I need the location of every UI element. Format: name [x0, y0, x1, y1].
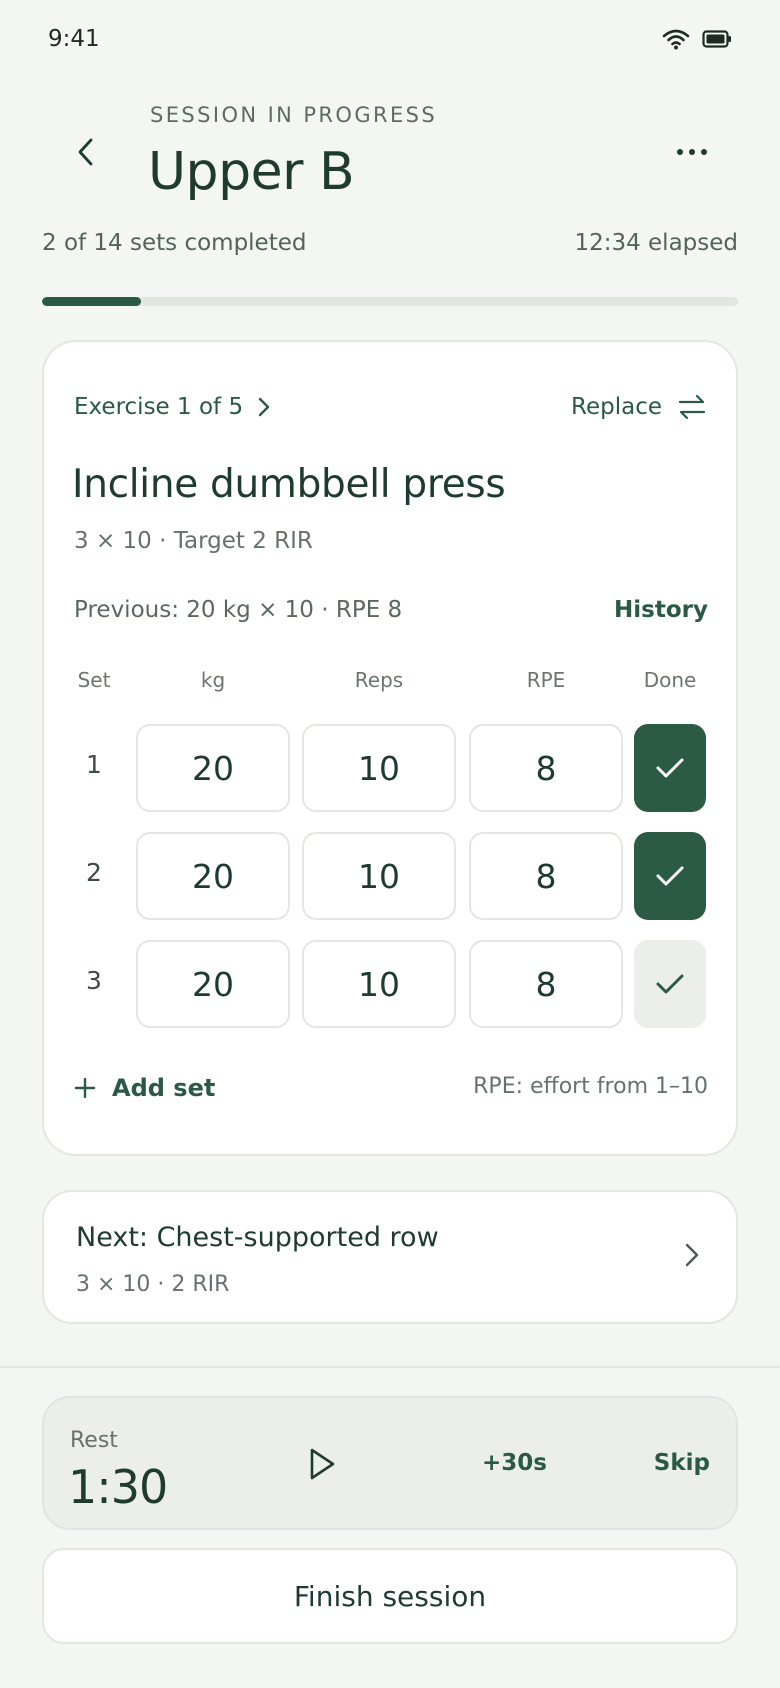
next-exercise-scheme: 3 × 10 · 2 RIR — [76, 1272, 230, 1297]
set-number: 3 — [86, 966, 102, 995]
column-header-reps: Reps — [354, 668, 404, 692]
rpe-input[interactable]: 8 — [469, 940, 623, 1028]
check-icon — [656, 974, 684, 994]
next-exercise-card[interactable]: Next: Chest-supported row 3 × 10 · 2 RIR — [42, 1190, 738, 1324]
set-row: 2 20 10 8 — [44, 832, 740, 920]
rest-time: 1:30 — [68, 1460, 168, 1514]
elapsed-time: 12:34 elapsed — [574, 230, 738, 256]
rest-label: Rest — [70, 1428, 118, 1453]
history-button[interactable]: History — [614, 597, 708, 623]
exercise-nav-label: Exercise 1 of 5 — [74, 394, 244, 420]
status-time: 9:41 — [48, 26, 100, 52]
replace-button[interactable]: Replace — [571, 394, 706, 420]
set-number: 2 — [86, 858, 102, 887]
set-row: 1 20 10 8 — [44, 724, 740, 812]
more-horizontal-icon — [677, 149, 683, 155]
set-done-toggle[interactable] — [634, 724, 706, 812]
swap-icon — [678, 394, 706, 420]
play-button[interactable] — [300, 1442, 344, 1486]
chevron-right-icon — [684, 1242, 700, 1272]
play-icon — [310, 1448, 335, 1480]
session-status-label: SESSION IN PROGRESS — [150, 103, 438, 127]
weight-input[interactable]: 20 — [136, 832, 290, 920]
previous-performance: Previous: 20 kg × 10 · RPE 8 — [74, 597, 403, 623]
chevron-left-icon — [78, 138, 93, 166]
exercise-nav-button[interactable]: Exercise 1 of 5 — [74, 394, 271, 420]
column-header-done: Done — [643, 668, 697, 692]
reps-input[interactable]: 10 — [302, 832, 456, 920]
check-icon — [656, 866, 684, 886]
chevron-right-icon — [258, 397, 270, 417]
set-number: 1 — [86, 750, 102, 779]
set-row: 3 20 10 8 — [44, 940, 740, 1028]
exercise-card: Exercise 1 of 5 Replace Incline dumbbell… — [42, 340, 738, 1156]
wifi-icon — [662, 28, 690, 54]
exercise-title: Incline dumbbell press — [72, 462, 506, 507]
replace-label: Replace — [571, 394, 662, 420]
reps-input[interactable]: 10 — [302, 724, 456, 812]
column-header-set: Set — [77, 668, 111, 692]
rest-timer: Rest 1:30 +30s Skip — [42, 1396, 738, 1530]
next-exercise-title: Next: Chest-supported row — [76, 1222, 439, 1253]
plus-icon — [74, 1077, 96, 1099]
status-icons — [662, 28, 732, 54]
add-set-label: Add set — [112, 1074, 216, 1102]
column-header-rpe: RPE — [526, 668, 566, 692]
set-done-toggle[interactable] — [634, 940, 706, 1028]
session-progress-fill — [42, 297, 142, 306]
page-title: Upper B — [148, 142, 355, 202]
back-button[interactable] — [66, 132, 106, 172]
exercise-scheme: 3 × 10 · Target 2 RIR — [74, 528, 313, 554]
finish-session-button[interactable]: Finish session — [42, 1548, 738, 1644]
skip-rest-button[interactable]: Skip — [654, 1450, 710, 1476]
weight-input[interactable]: 20 — [136, 724, 290, 812]
reps-input[interactable]: 10 — [302, 940, 456, 1028]
rpe-hint: RPE: effort from 1–10 — [473, 1074, 708, 1099]
add-30s-button[interactable]: +30s — [482, 1450, 547, 1476]
battery-icon — [702, 29, 732, 53]
more-button[interactable] — [670, 138, 714, 166]
rpe-input[interactable]: 8 — [469, 724, 623, 812]
rpe-input[interactable]: 8 — [469, 832, 623, 920]
column-header-kg: kg — [200, 668, 226, 692]
divider — [0, 1366, 780, 1368]
add-set-button[interactable]: Add set — [74, 1074, 215, 1102]
weight-input[interactable]: 20 — [136, 940, 290, 1028]
session-progress-bar — [42, 297, 738, 306]
set-done-toggle[interactable] — [634, 832, 706, 920]
check-icon — [656, 758, 684, 778]
sets-progress-text: 2 of 14 sets completed — [42, 230, 307, 256]
